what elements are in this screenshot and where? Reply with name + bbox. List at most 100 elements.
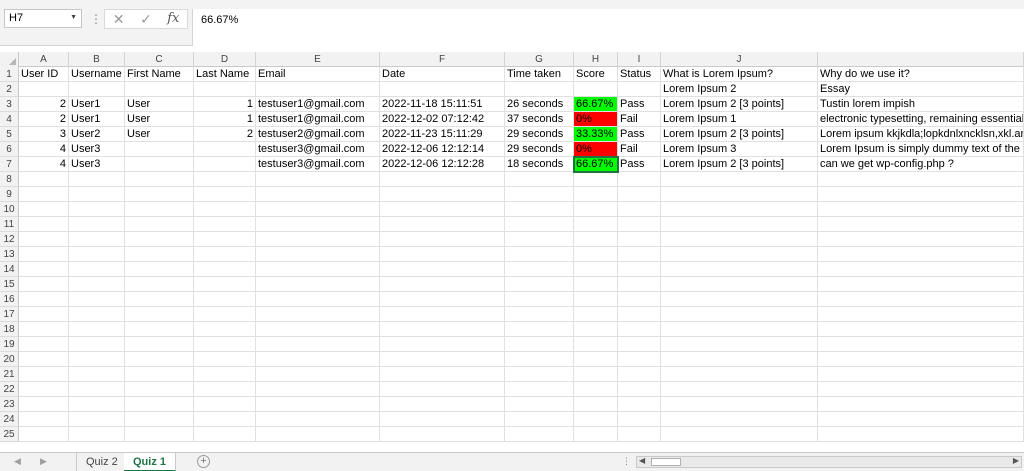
empty-cell[interactable] xyxy=(194,232,256,247)
empty-cell[interactable] xyxy=(618,262,661,277)
empty-cell[interactable] xyxy=(574,412,618,427)
empty-cell[interactable] xyxy=(69,352,125,367)
last-name-cell[interactable] xyxy=(194,157,256,172)
email-cell[interactable]: testuser1@gmail.com xyxy=(256,112,380,127)
empty-cell[interactable] xyxy=(818,187,1024,202)
row-header[interactable]: 13 xyxy=(0,247,19,262)
date-cell[interactable]: 2022-12-06 12:12:28 xyxy=(380,157,505,172)
status-cell[interactable]: Pass xyxy=(618,127,661,142)
empty-cell[interactable] xyxy=(256,292,380,307)
empty-cell[interactable] xyxy=(505,202,574,217)
empty-cell[interactable] xyxy=(19,277,69,292)
empty-cell[interactable] xyxy=(256,352,380,367)
empty-cell[interactable] xyxy=(505,322,574,337)
email-cell[interactable]: testuser3@gmail.com xyxy=(256,142,380,157)
header-cell[interactable]: What is Lorem Ipsum? xyxy=(661,67,818,82)
header-cell[interactable]: Why do we use it? xyxy=(818,67,1024,82)
empty-cell[interactable] xyxy=(661,277,818,292)
empty-cell[interactable] xyxy=(818,292,1024,307)
first-name-cell[interactable]: User xyxy=(125,97,194,112)
empty-cell[interactable] xyxy=(505,247,574,262)
empty-cell[interactable] xyxy=(505,172,574,187)
column-header-a[interactable]: A xyxy=(19,52,69,67)
empty-cell[interactable] xyxy=(194,82,256,97)
empty-cell[interactable] xyxy=(256,337,380,352)
time-taken-cell[interactable]: 18 seconds xyxy=(505,157,574,172)
empty-cell[interactable] xyxy=(380,352,505,367)
triangle-left-icon[interactable]: ◀ xyxy=(14,456,21,467)
row-header[interactable]: 11 xyxy=(0,217,19,232)
scroll-right-icon[interactable]: ▶ xyxy=(1013,456,1019,465)
empty-cell[interactable] xyxy=(818,307,1024,322)
email-cell[interactable]: testuser3@gmail.com xyxy=(256,157,380,172)
empty-cell[interactable] xyxy=(69,412,125,427)
empty-cell[interactable] xyxy=(125,427,194,442)
empty-cell[interactable] xyxy=(618,322,661,337)
time-taken-cell[interactable]: 29 seconds xyxy=(505,127,574,142)
empty-cell[interactable] xyxy=(19,232,69,247)
empty-cell[interactable] xyxy=(69,337,125,352)
empty-cell[interactable] xyxy=(19,187,69,202)
empty-cell[interactable] xyxy=(818,352,1024,367)
empty-cell[interactable] xyxy=(661,232,818,247)
empty-cell[interactable] xyxy=(505,187,574,202)
empty-cell[interactable] xyxy=(194,307,256,322)
empty-cell[interactable] xyxy=(380,412,505,427)
row-header[interactable]: 2 xyxy=(0,82,19,97)
row-header[interactable]: 24 xyxy=(0,412,19,427)
chevron-down-icon[interactable]: ▼ xyxy=(70,14,77,21)
empty-cell[interactable] xyxy=(256,262,380,277)
empty-cell[interactable] xyxy=(380,397,505,412)
scroll-left-icon[interactable]: ◀ xyxy=(639,456,645,465)
row-header[interactable]: 15 xyxy=(0,277,19,292)
date-cell[interactable]: 2022-11-18 15:11:51 xyxy=(380,97,505,112)
empty-cell[interactable] xyxy=(125,247,194,262)
question-points-cell[interactable]: Lorem Ipsum 2 xyxy=(661,82,818,97)
empty-cell[interactable] xyxy=(818,172,1024,187)
empty-cell[interactable] xyxy=(125,217,194,232)
empty-cell[interactable] xyxy=(380,292,505,307)
empty-cell[interactable] xyxy=(256,187,380,202)
empty-cell[interactable] xyxy=(661,382,818,397)
empty-cell[interactable] xyxy=(505,277,574,292)
empty-cell[interactable] xyxy=(661,412,818,427)
empty-cell[interactable] xyxy=(125,397,194,412)
empty-cell[interactable] xyxy=(574,367,618,382)
empty-cell[interactable] xyxy=(380,307,505,322)
empty-cell[interactable] xyxy=(125,277,194,292)
empty-cell[interactable] xyxy=(69,277,125,292)
column-header-e[interactable]: E xyxy=(256,52,380,67)
date-cell[interactable]: 2022-12-06 12:12:14 xyxy=(380,142,505,157)
row-header[interactable]: 9 xyxy=(0,187,19,202)
username-cell[interactable]: User3 xyxy=(69,142,125,157)
enter-icon[interactable]: ✓ xyxy=(134,10,158,28)
empty-cell[interactable] xyxy=(19,382,69,397)
empty-cell[interactable] xyxy=(19,412,69,427)
empty-cell[interactable] xyxy=(574,382,618,397)
empty-cell[interactable] xyxy=(818,262,1024,277)
cancel-icon[interactable]: ✕ xyxy=(107,10,131,28)
empty-cell[interactable] xyxy=(380,247,505,262)
column-header-j[interactable]: J xyxy=(661,52,818,67)
row-header[interactable]: 14 xyxy=(0,262,19,277)
header-cell[interactable]: Email xyxy=(256,67,380,82)
user-id-cell[interactable]: 3 xyxy=(19,127,69,142)
empty-cell[interactable] xyxy=(505,217,574,232)
q1-cell[interactable]: Lorem Ipsum 1 xyxy=(661,112,818,127)
empty-cell[interactable] xyxy=(574,352,618,367)
empty-cell[interactable] xyxy=(618,427,661,442)
column-header-f[interactable]: F xyxy=(380,52,505,67)
row-header[interactable]: 3 xyxy=(0,97,19,112)
empty-cell[interactable] xyxy=(194,292,256,307)
last-name-cell[interactable]: 2 xyxy=(194,127,256,142)
row-header[interactable]: 18 xyxy=(0,322,19,337)
empty-cell[interactable] xyxy=(125,232,194,247)
empty-cell[interactable] xyxy=(19,292,69,307)
empty-cell[interactable] xyxy=(125,82,194,97)
row-header[interactable]: 10 xyxy=(0,202,19,217)
empty-cell[interactable] xyxy=(125,352,194,367)
empty-cell[interactable] xyxy=(505,427,574,442)
score-cell[interactable]: 33.33% xyxy=(574,127,618,142)
header-cell[interactable]: Score xyxy=(574,67,618,82)
empty-cell[interactable] xyxy=(19,172,69,187)
